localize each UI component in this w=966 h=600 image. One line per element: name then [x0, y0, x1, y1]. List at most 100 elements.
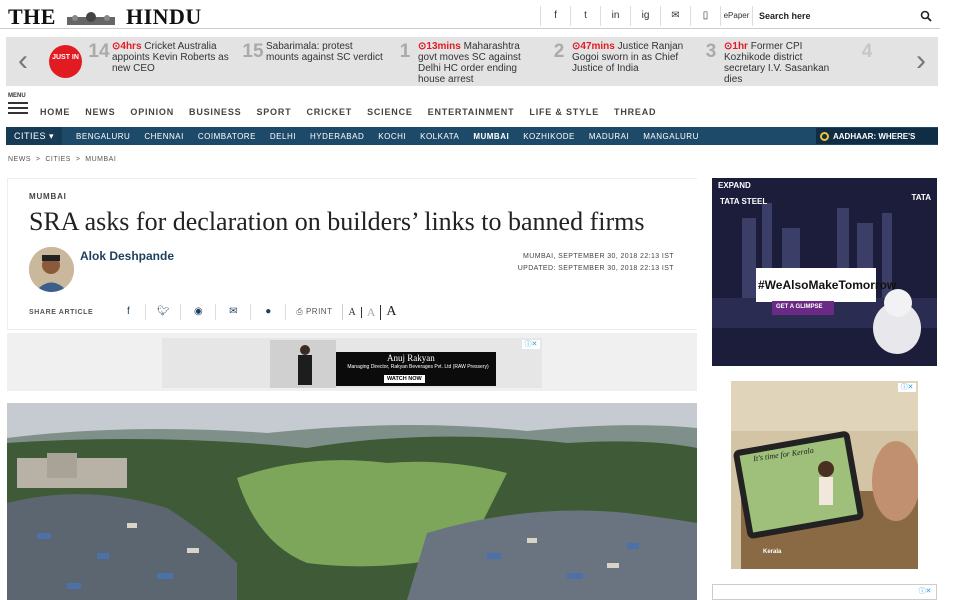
nav-item-news[interactable]: NEWS [85, 107, 115, 117]
ticker-number: 1 [399, 41, 411, 62]
facebook-icon[interactable]: f [540, 6, 570, 26]
nav-item-thread[interactable]: THREAD [614, 107, 656, 117]
aadhaar-icon [820, 131, 829, 141]
mobile-icon[interactable]: ▯ [690, 6, 720, 26]
ticker-time: 47mins [580, 41, 615, 52]
get-a-glimpse-button[interactable]: GET A GLIMPSE [776, 304, 823, 310]
author-avatar[interactable] [29, 247, 74, 292]
search-box[interactable]: Search here [752, 6, 938, 26]
ticker-item[interactable]: 4 [854, 41, 880, 83]
main-nav: HOME NEWS OPINION BUSINESS SPORT CRICKET… [40, 107, 671, 117]
ticker-time: 1hr [732, 41, 748, 52]
email-share-icon[interactable]: ✉ [216, 304, 252, 320]
ticker-next-button[interactable]: › [904, 37, 938, 86]
kerala-brand: Kerala [763, 549, 782, 555]
font-size-small[interactable]: A [343, 306, 362, 318]
breadcrumb[interactable]: NEWS > CITIES > MUMBAI [8, 156, 116, 163]
city-kolkata[interactable]: KOLKATA [420, 132, 459, 141]
news-ticker: ‹ JUST IN 14 ⊙4hrs Cricket Australia app… [6, 37, 938, 86]
search-input[interactable]: Search here [759, 11, 920, 21]
linkedin-icon[interactable]: in [600, 6, 630, 26]
ticker-number: 4 [861, 41, 873, 62]
social-links: f t in ig ✉ ▯ ePaper [540, 6, 752, 26]
nav-item-opinion[interactable]: OPINION [130, 107, 174, 117]
ticker-headline: Sabarimala: protest mounts against SC ve… [266, 41, 383, 63]
kerala-ad-graphic [731, 381, 918, 569]
city-mangaluru[interactable]: MANGALURU [643, 132, 699, 141]
search-icon[interactable] [920, 10, 932, 22]
mail-icon[interactable]: ✉ [660, 6, 690, 26]
city-hyderabad[interactable]: HYDERABAD [310, 132, 364, 141]
site-logo[interactable]: THE HINDU [8, 4, 202, 30]
city-bengaluru[interactable]: BENGALURU [76, 132, 130, 141]
tata-steel-brand: TATA STEEL [720, 197, 768, 206]
instagram-icon[interactable]: ig [630, 6, 660, 26]
city-madurai[interactable]: MADURAI [589, 132, 629, 141]
menu-button[interactable]: MENU [8, 93, 30, 117]
tata-steel-ad[interactable]: EXPAND TATA STEEL TATA #WeAlsoMakeTomorr… [712, 178, 937, 366]
nav-item-entertainment[interactable]: ENTERTAINMENT [428, 107, 515, 117]
share-label: SHARE ARTICLE [29, 308, 94, 316]
ticker-text: ⊙4hrs Cricket Australia appoints Kevin R… [112, 41, 230, 83]
font-size-large[interactable]: A [381, 304, 401, 320]
logo-hindu: HINDU [125, 4, 202, 29]
watch-now-button[interactable]: WATCH NOW [384, 375, 425, 383]
inline-ad[interactable]: Anuj Rakyan Managing Director, Rakyan Be… [162, 338, 542, 388]
author-name[interactable]: Alok Deshpande [80, 249, 174, 263]
cities-dropdown[interactable]: CITIES ▾ [6, 127, 63, 145]
cities-bar: CITIES ▾ BENGALURU CHENNAI COIMBATORE DE… [6, 127, 938, 145]
ticker-time: 13mins [426, 41, 461, 52]
inline-ad-name: Anuj Rakyan [387, 353, 435, 363]
city-kochi[interactable]: KOCHI [378, 132, 406, 141]
adchoices-icon[interactable]: ⓘ✕ [522, 340, 540, 349]
twitter-share-icon[interactable]: 🐦︎ [146, 304, 182, 320]
ticker-item[interactable]: 14 ⊙4hrs Cricket Australia appoints Kevi… [86, 41, 230, 83]
sidebar-ad-bottom[interactable]: ⓘ✕ [712, 584, 937, 600]
city-chennai[interactable]: CHENNAI [144, 132, 184, 141]
ticker-number: 3 [705, 41, 717, 62]
reddit-share-icon[interactable]: ◉ [181, 304, 217, 320]
tata-ad-graphic [712, 178, 937, 366]
ticker-item[interactable]: 3 ⊙1hr Former CPI Kozhikode district sec… [698, 41, 842, 85]
section-label[interactable]: MUMBAI [29, 192, 67, 201]
adchoices-icon[interactable]: ⓘ✕ [916, 587, 934, 596]
city-kozhikode[interactable]: KOZHIKODE [523, 132, 575, 141]
nav-item-life-style[interactable]: LIFE & STYLE [529, 107, 599, 117]
epaper-link[interactable]: ePaper [720, 6, 752, 26]
ticker-item[interactable]: 1 ⊙13mins Maharashtra govt moves SC agai… [392, 41, 536, 85]
ticker-number: 15 [242, 41, 264, 62]
ticker-item[interactable]: 2 ⊙47mins Justice Ranjan Gogoi sworn in … [546, 41, 690, 83]
expand-button[interactable]: EXPAND [718, 181, 751, 190]
comment-icon[interactable]: ● [251, 304, 287, 320]
nav-item-sport[interactable]: SPORT [256, 107, 291, 117]
article-headline: SRA asks for declaration on builders’ li… [29, 207, 645, 236]
ticker-number: 2 [553, 41, 565, 62]
facebook-share-icon[interactable]: f [111, 304, 147, 320]
ticker-prev-button[interactable]: ‹ [6, 37, 40, 86]
city-mumbai[interactable]: MUMBAI [473, 132, 509, 141]
adchoices-icon[interactable]: ⓘ✕ [898, 383, 916, 392]
aadhaar-promo[interactable]: AADHAAR: WHERE'S [816, 128, 938, 144]
nav-item-business[interactable]: BUSINESS [189, 107, 241, 117]
print-icon: ⎙ [296, 307, 304, 316]
ticker-number: 14 [88, 41, 110, 62]
city-coimbatore[interactable]: COIMBATORE [198, 132, 256, 141]
ticker-item[interactable]: 15 Sabarimala: protest mounts against SC… [240, 41, 384, 83]
ticker-time: 4hrs [120, 41, 142, 52]
article-photo [7, 403, 697, 600]
font-size-medium[interactable]: A [362, 304, 382, 320]
twitter-icon[interactable]: t [570, 6, 600, 26]
logo-the: THE [8, 4, 56, 29]
hamburger-icon [8, 102, 30, 114]
kerala-tourism-ad[interactable]: It's time for Kerala Kerala ⓘ✕ [731, 381, 918, 569]
city-delhi[interactable]: DELHI [270, 132, 296, 141]
share-bar: SHARE ARTICLE f 🐦︎ ◉ ✉ ● ⎙ PRINT A A A [29, 303, 402, 321]
article-dates: MUMBAI, SEPTEMBER 30, 2018 22:13 IST UPD… [470, 251, 674, 275]
nav-item-cricket[interactable]: CRICKET [306, 107, 352, 117]
nav-item-home[interactable]: HOME [40, 107, 70, 117]
print-button[interactable]: ⎙ PRINT [286, 304, 344, 320]
inline-ad-graphic [162, 338, 542, 388]
just-in-badge: JUST IN [49, 45, 82, 78]
nav-item-science[interactable]: SCIENCE [367, 107, 413, 117]
ticker-text: ⊙1hr Former CPI Kozhikode district secre… [724, 41, 842, 85]
